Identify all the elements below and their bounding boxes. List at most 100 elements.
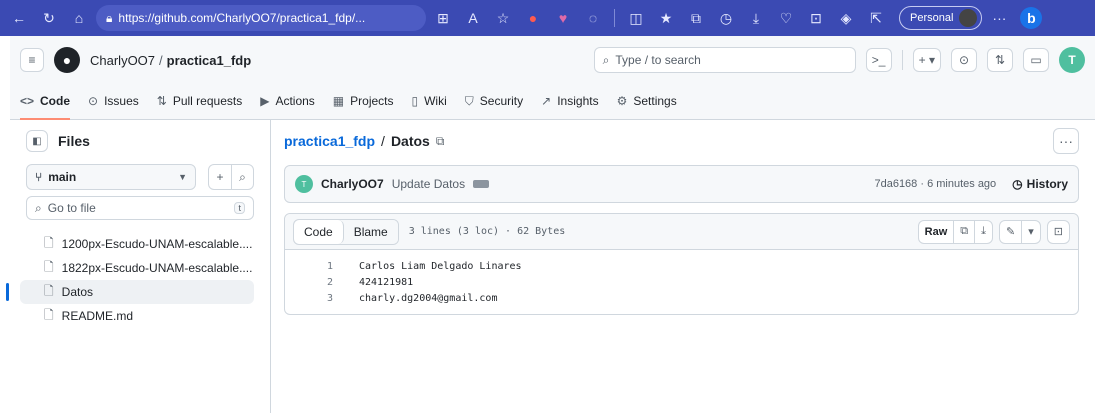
profile-avatar (959, 9, 978, 27)
search-files-icon[interactable]: ⌕ (231, 165, 253, 189)
favorite-icon[interactable]: ☆ (490, 5, 516, 31)
github-header: ≡ ● CharlyOO7/practica1_fdp ⌕ Type / to … (10, 36, 1095, 120)
line-text: charly.dg2004@gmail.com (359, 292, 498, 304)
gear-icon: ⚙ (616, 94, 628, 108)
home-icon[interactable]: ⌂ (66, 5, 92, 31)
edit-pencil-icon[interactable]: ✎ (1000, 221, 1021, 243)
search-input[interactable]: ⌕ Type / to search (593, 47, 856, 73)
menu-icon[interactable]: ≡ (20, 48, 44, 72)
line-number[interactable]: 1 (285, 261, 333, 272)
screenshot-icon[interactable]: ⊡ (803, 5, 829, 31)
history-label: History (1026, 177, 1068, 191)
ellipsis-icon[interactable] (473, 180, 490, 188)
tab-settings[interactable]: ⚙ Settings (617, 84, 677, 120)
blame-view-tab[interactable]: Blame (343, 219, 398, 244)
more-menu-icon[interactable]: ··· (986, 5, 1012, 31)
split-screen-icon[interactable]: ◫ (623, 5, 649, 31)
tab-code[interactable]: <> Code (20, 84, 71, 120)
copilot-icon[interactable]: ◈ (833, 5, 859, 31)
share-icon[interactable]: ⇱ (863, 5, 889, 31)
tab-pull-requests[interactable]: ⇅ Pull requests (157, 84, 242, 120)
chevron-down-icon[interactable]: ▾ (1021, 220, 1040, 243)
raw-button[interactable]: Raw (919, 221, 954, 243)
refresh-icon[interactable]: ↻ (36, 5, 62, 31)
view-mode-toggle: Code Blame (293, 218, 399, 245)
tab-projects[interactable]: ▦ Projects (333, 84, 394, 120)
commit-sha-time[interactable]: 7da6168 · 6 minutes ago (874, 178, 996, 190)
issues-button[interactable]: ⊙ (951, 48, 977, 72)
file-name: 1200px-Escudo-UNAM-escalable.... (61, 237, 253, 251)
symbols-panel-icon[interactable]: ⊡ (1048, 221, 1069, 243)
github-logo-icon[interactable]: ● (54, 47, 80, 73)
apps-icon[interactable]: ⊞ (430, 5, 456, 31)
file-tree-item[interactable]: 🗋 1822px-Escudo-UNAM-escalable.... (10, 256, 270, 280)
pull-request-icon: ⇅ (156, 94, 167, 108)
path-separator: / (381, 133, 385, 149)
go-to-file-input[interactable]: ⌕ Go to file t (26, 196, 254, 220)
address-bar[interactable]: 🔒︎ https://github.com/CharlyOO7/practica… (96, 5, 426, 31)
collections-icon[interactable]: ⧉ (683, 5, 709, 31)
user-avatar[interactable]: T (1059, 47, 1085, 73)
back-icon[interactable]: ← (6, 5, 32, 31)
file-tree-sidebar: ◧ Files ⑂ main ▼ + ⌕ ⌕ Go to file t 🗋 120… (6, 120, 271, 413)
bing-icon[interactable]: b (1020, 7, 1043, 29)
download-icon[interactable]: ⤓ (974, 220, 992, 243)
tab-actions[interactable]: ▶ Actions (260, 84, 315, 120)
history-button[interactable]: ◷ History (1012, 177, 1068, 191)
profile-button[interactable]: Personal (899, 6, 983, 30)
book-icon: ▯ (411, 94, 419, 108)
inbox-button[interactable]: ▭ (1023, 48, 1049, 72)
branch-selector[interactable]: ⑂ main ▼ (26, 164, 196, 190)
favorites-list-icon[interactable]: ★ (653, 5, 679, 31)
file-view: practica1_fdp / Datos ⧉ ··· T CharlyOO7 … (284, 120, 1079, 315)
owner-link[interactable]: CharlyOO7 (90, 53, 155, 68)
extension-red-icon[interactable]: ● (520, 5, 546, 31)
shield-icon: ⛉ (464, 93, 474, 108)
copy-path-icon[interactable]: ⧉ (436, 134, 445, 149)
file-icon: 🗋 (44, 235, 54, 250)
repo-link[interactable]: practica1_fdp (167, 53, 252, 68)
file-tree-item[interactable]: 🗋 README.md (10, 304, 270, 328)
line-number[interactable]: 3 (285, 293, 333, 304)
chevron-down-icon: ▼ (178, 172, 187, 182)
search-placeholder: Type / to search (615, 53, 701, 67)
create-new-button[interactable]: + ▾ (912, 48, 941, 72)
file-tree-item-selected[interactable]: 🗋 Datos (6, 280, 254, 304)
history-icon[interactable]: ◷ (713, 5, 739, 31)
add-file-icon[interactable]: + (209, 165, 231, 189)
search-icon: ⌕ (35, 200, 42, 215)
extension-icon[interactable]: ◌ (580, 5, 606, 31)
command-palette-button[interactable]: >_ (865, 48, 892, 72)
branch-icon: ⑂ (35, 170, 43, 184)
file-name: 1822px-Escudo-UNAM-escalable.... (61, 261, 253, 275)
url-text: https://github.com/CharlyOO7/practica1_f… (118, 11, 366, 25)
read-aloud-icon[interactable]: A (460, 5, 486, 31)
tab-label: Actions (275, 94, 315, 108)
tab-label: Security (479, 94, 524, 108)
code-view-tab[interactable]: Code (294, 219, 344, 244)
pull-requests-button[interactable]: ⇅ (987, 48, 1013, 72)
tab-wiki[interactable]: ▯ Wiki (412, 84, 447, 120)
play-icon: ▶ (260, 94, 270, 108)
tab-issues[interactable]: ⊙ Issues (88, 84, 139, 120)
line-number[interactable]: 2 (285, 277, 333, 288)
tab-insights[interactable]: ↗ Insights (541, 84, 598, 120)
repo-tabs: <> Code ⊙ Issues ⇅ Pull requests ▶ Actions ▦… (10, 84, 1095, 120)
copy-icon[interactable]: ⧉ (953, 220, 974, 243)
performance-icon[interactable]: ♡ (773, 5, 799, 31)
commit-message[interactable]: Update Datos (392, 177, 465, 191)
code-icon: <> (20, 94, 35, 108)
lock-icon: 🔒︎ (106, 10, 113, 25)
file-icon: 🗋 (44, 259, 54, 274)
file-tree-item[interactable]: 🗋 1200px-Escudo-UNAM-escalable.... (10, 232, 270, 256)
download-icon[interactable]: ⤓ (743, 5, 769, 31)
current-file-name: Datos (390, 133, 430, 149)
commit-author[interactable]: CharlyOO7 (321, 177, 384, 191)
tab-security[interactable]: ⛉ Security (465, 84, 523, 120)
more-options-icon[interactable]: ··· (1053, 128, 1079, 154)
file-icon: 🗋 (44, 283, 54, 298)
tab-label: Pull requests (172, 94, 243, 108)
repo-path-link[interactable]: practica1_fdp (284, 133, 375, 149)
collapse-panel-icon[interactable]: ◧ (26, 130, 48, 152)
extension-pink-icon[interactable]: ♥ (550, 5, 576, 31)
